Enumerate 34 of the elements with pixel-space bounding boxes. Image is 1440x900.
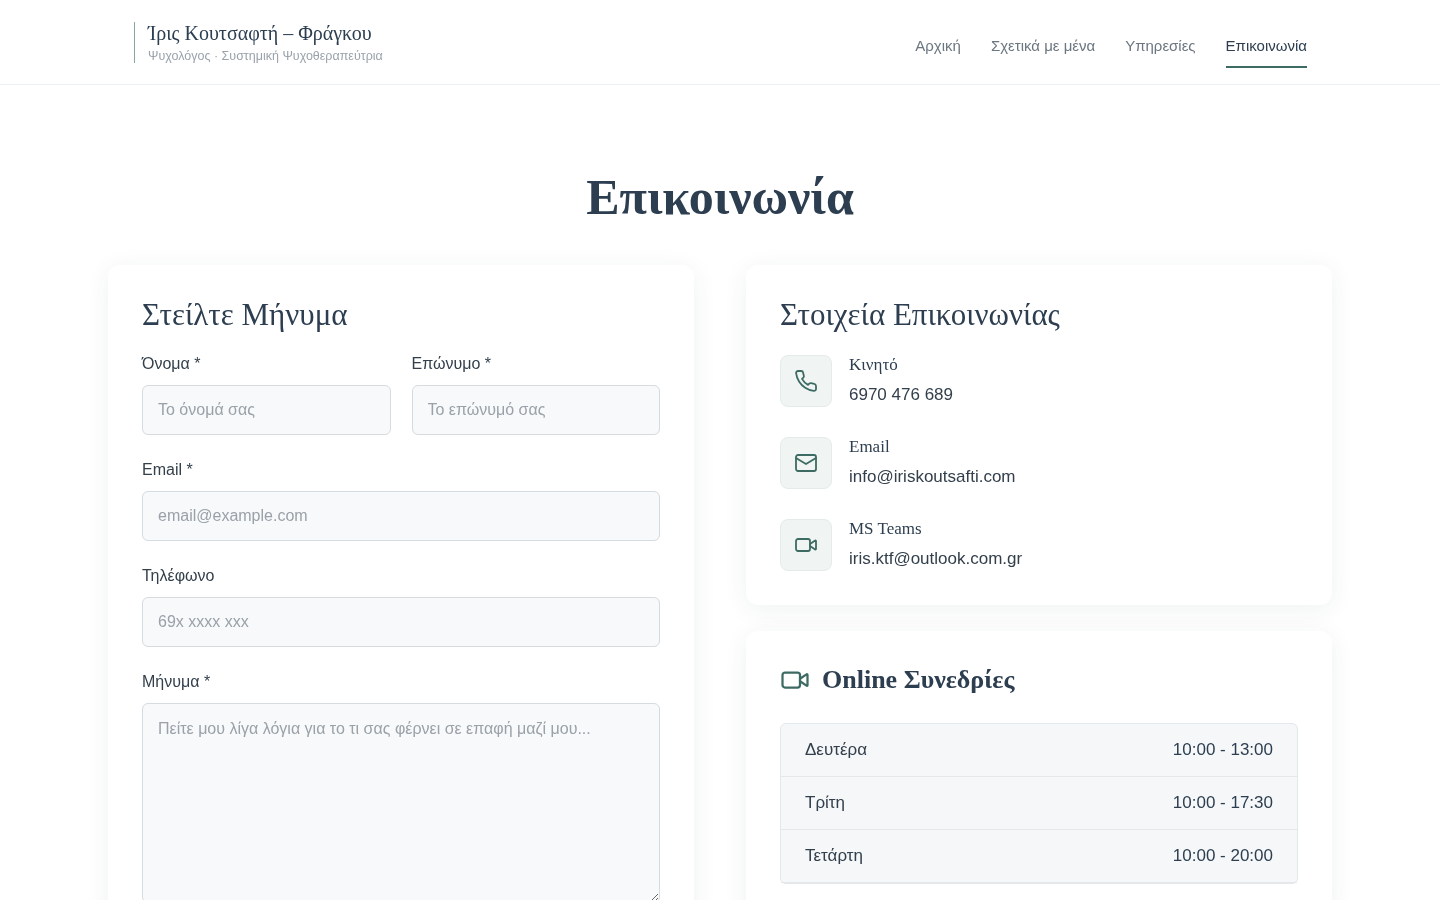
day-cell: Τρίτη: [805, 793, 845, 813]
brand-name[interactable]: Ίρις Κουτσαφτή – Φράγκου: [148, 21, 383, 45]
card-title: Στείλτε Μήνυμα: [142, 297, 349, 333]
message-field[interactable]: Πείτε μου λίγα λόγια για το τι σας φέρνει σε επαφή μαζί μου...: [142, 703, 660, 900]
card-title: Online Συνεδρίες: [822, 665, 1015, 695]
input-field[interactable]: 69x xxxx xxx: [142, 597, 660, 647]
contact-value: 6970 476 689: [849, 385, 953, 405]
card-title: Στοιχεία Επικοινωνίας: [780, 297, 1061, 333]
field-label: Όνομα *: [142, 355, 202, 373]
day-cell: Δευτέρα: [805, 740, 868, 760]
contact-value: info@iriskoutsafti.com: [849, 467, 1016, 487]
page-title: Επικοινωνία: [585, 168, 855, 227]
input-field[interactable]: Το επώνυμό σας: [411, 385, 660, 435]
field-label: Επώνυμο *: [411, 355, 492, 373]
day-cell: Τετάρτη: [805, 846, 863, 866]
nav-link[interactable]: Αρχική: [915, 28, 961, 68]
contact-label: MS Teams: [849, 519, 923, 539]
contact-label: Email: [849, 437, 891, 457]
contact-label: Κινητό: [849, 355, 899, 375]
hours-cell: 10:00 - 13:00: [1172, 740, 1273, 760]
nav-link[interactable]: Σχετικά με μένα: [990, 28, 1096, 68]
nav-link[interactable]: Επικοινωνία: [1225, 28, 1307, 68]
field-label: Μήνυμα *: [142, 673, 212, 691]
field-label: Τηλέφωνο: [142, 567, 216, 585]
input-field[interactable]: Το όνομά σας: [142, 385, 391, 435]
hours-cell: 10:00 - 20:00: [1172, 846, 1273, 866]
nav-link[interactable]: Υπηρεσίες: [1125, 28, 1196, 68]
envelope-icon: [794, 451, 818, 475]
input-field[interactable]: email@example.com: [142, 491, 660, 541]
contact-value: iris.ktf@outlook.com.gr: [849, 549, 1023, 569]
phone-icon: [794, 369, 818, 393]
hours-cell: 10:00 - 17:30: [1172, 793, 1273, 813]
brand-tagline: Ψυχολόγος · Συστημική Ψυχοθεραπεύτρια: [148, 48, 383, 63]
field-label: Email *: [142, 461, 194, 479]
